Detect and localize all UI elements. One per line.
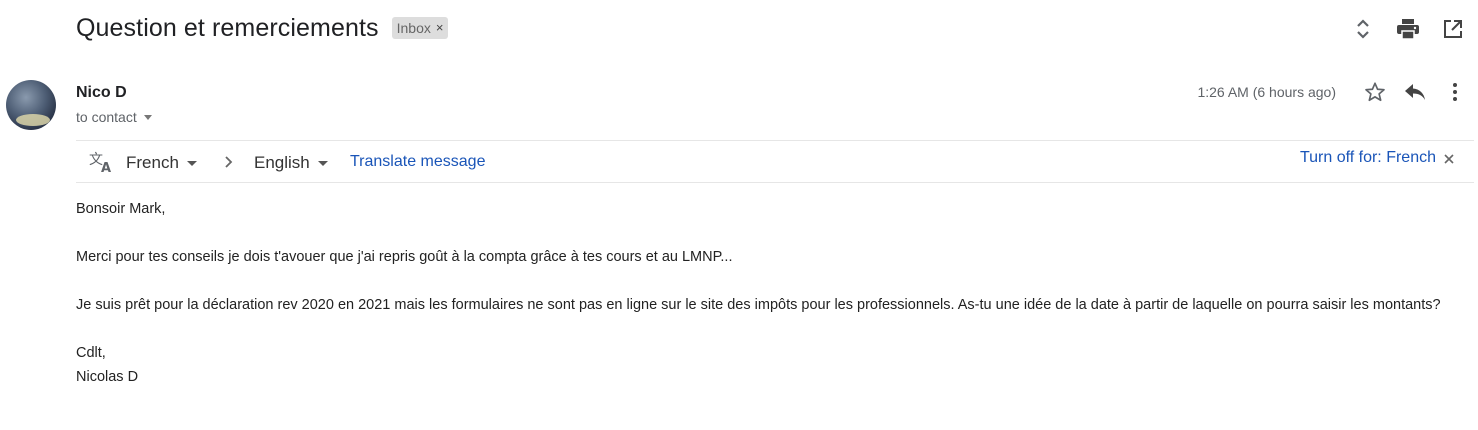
subject-row: Question et remerciements Inbox × <box>76 10 449 46</box>
remove-label-button[interactable]: × <box>436 17 444 39</box>
signature-line: Nicolas D <box>76 369 139 385</box>
star-button[interactable] <box>1360 77 1390 107</box>
body-paragraph: Merci pour tes conseils je dois t'avouer… <box>76 249 733 265</box>
source-language-select[interactable]: French <box>126 153 197 173</box>
target-language-select[interactable]: English <box>254 153 328 173</box>
recipient-text: to contact <box>76 109 137 125</box>
more-vert-icon <box>1453 83 1457 101</box>
reply-button[interactable] <box>1400 77 1430 107</box>
expand-all-button[interactable] <box>1348 14 1378 44</box>
sender-name[interactable]: Nico D <box>76 84 127 102</box>
email-subject: Question et remerciements <box>76 13 379 42</box>
avatar-photo-detail <box>16 114 50 126</box>
more-options-button[interactable] <box>1440 77 1470 107</box>
translate-icon: 文 A <box>89 152 111 173</box>
recipient-details-toggle[interactable]: to contact <box>76 109 152 125</box>
target-language-label: English <box>254 153 310 172</box>
caret-down-icon <box>143 114 152 120</box>
thread-actions <box>1333 14 1468 44</box>
body-paragraph: Je suis prêt pour la déclaration rev 202… <box>76 297 1441 313</box>
translate-bar: 文 A French English Translate message Tur… <box>76 140 1474 183</box>
open-in-new-icon <box>1444 20 1462 38</box>
message-timestamp: 1:26 AM (6 hours ago) <box>1197 84 1336 100</box>
svg-text:A: A <box>101 161 111 173</box>
turn-off-translation-link[interactable]: Turn off for: French <box>1300 149 1436 167</box>
unfold-more-icon <box>1357 19 1369 39</box>
close-icon[interactable] <box>1444 154 1454 164</box>
greeting-line: Bonsoir Mark, <box>76 201 166 217</box>
dropdown-arrow-icon <box>317 160 328 166</box>
inbox-label-chip[interactable]: Inbox × <box>391 17 449 39</box>
signoff-line: Cdlt, <box>76 345 106 361</box>
translate-message-link[interactable]: Translate message <box>350 153 485 171</box>
print-icon <box>1397 19 1419 39</box>
source-language-label: French <box>126 153 179 172</box>
chevron-right-icon <box>225 156 233 168</box>
dropdown-arrow-icon <box>186 160 197 166</box>
open-new-window-button[interactable] <box>1438 14 1468 44</box>
star-outline-icon <box>1365 82 1385 102</box>
message-body: Bonsoir Mark, Merci pour tes conseils je… <box>76 197 1468 389</box>
print-all-button[interactable] <box>1393 14 1423 44</box>
label-text: Inbox <box>396 20 431 36</box>
message-meta: 1:26 AM (6 hours ago) <box>1197 78 1470 106</box>
sender-avatar[interactable] <box>6 80 56 130</box>
reply-icon <box>1405 84 1425 100</box>
